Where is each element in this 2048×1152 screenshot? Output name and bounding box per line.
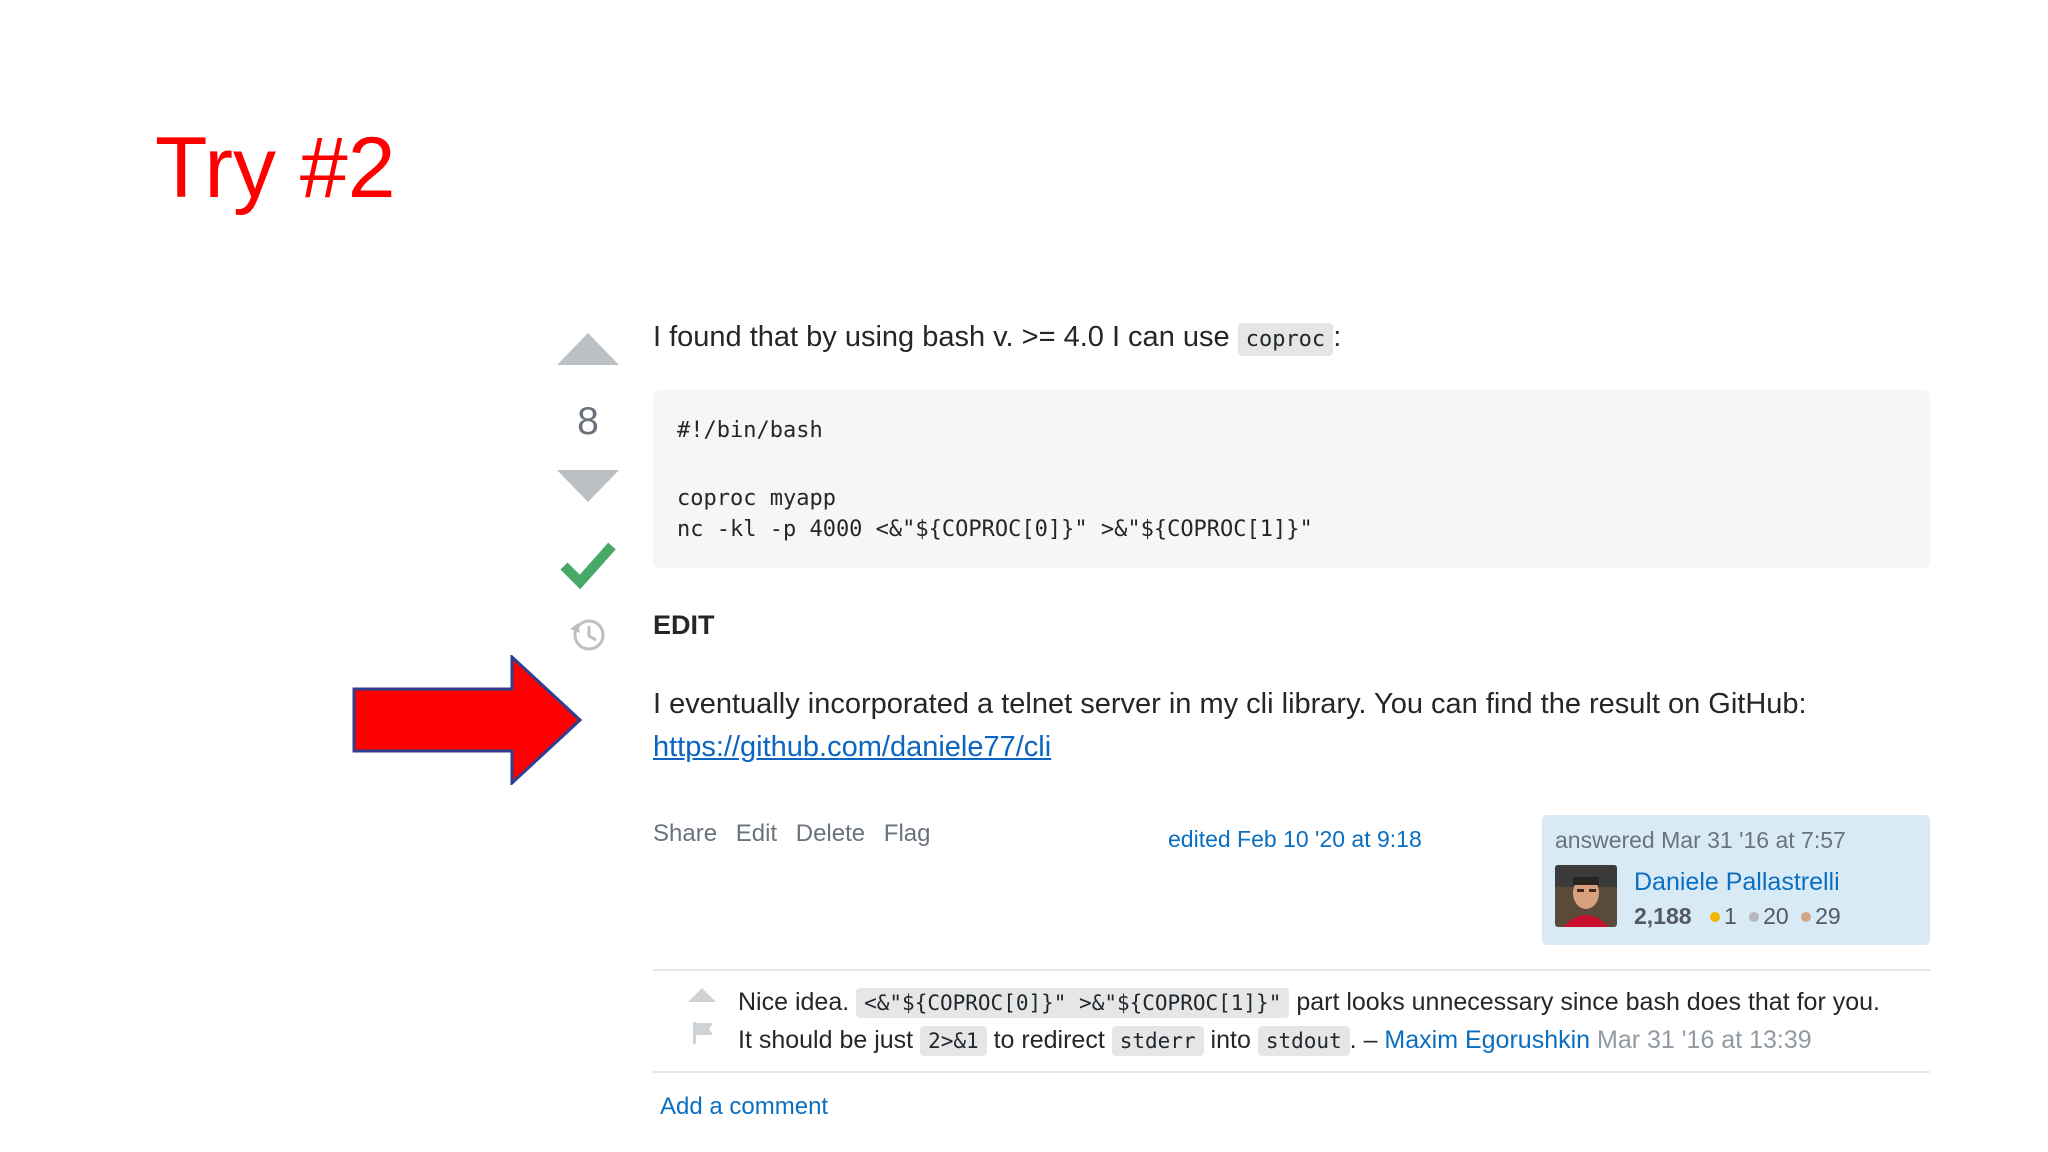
user-reputation: 2,188 1 20 29 [1634, 903, 1841, 930]
comment-code: stderr [1111, 1026, 1204, 1056]
silver-badge-count: 20 [1763, 903, 1789, 929]
comment-date: Mar 31 '16 at 13:39 [1597, 1026, 1812, 1054]
comment-user-link[interactable]: Maxim Egorushkin [1384, 1026, 1590, 1054]
comment-text: into [1210, 1026, 1251, 1054]
red-arrow-icon [352, 655, 582, 785]
comment-text: part looks unnecessary since bash does t… [1296, 988, 1880, 1016]
comment-divider [653, 1071, 1930, 1073]
avatar[interactable] [1555, 865, 1617, 927]
github-link-line: https://github.com/daniele77/cli [653, 727, 1051, 767]
code-line: coproc myapp [677, 486, 836, 511]
comment-flag-icon[interactable] [690, 1020, 716, 1046]
gold-badge-count: 1 [1723, 903, 1737, 929]
user-name[interactable]: Daniele Pallastrelli [1634, 868, 1840, 897]
code-line: nc -kl -p 4000 <&"${COPROC[0]}" >&"${COP… [677, 517, 1313, 542]
github-link[interactable]: https://github.com/daniele77/cli [653, 731, 1051, 763]
bronze-badge-icon [1801, 911, 1812, 922]
edit-heading: EDIT [653, 610, 715, 640]
post-menu: Share Edit Delete Flag [653, 820, 942, 848]
gold-badge-icon [1709, 911, 1720, 922]
answer-intro: I found that by using bash v. >= 4.0 I c… [653, 317, 1341, 360]
slide-title: Try #2 [155, 120, 396, 216]
inline-code-coproc: coproc [1237, 323, 1334, 356]
code-block: #!/bin/bash coproc myapp nc -kl -p 4000 … [653, 390, 1930, 568]
comment-upvote-icon[interactable] [688, 988, 716, 1002]
comment-text: . – [1349, 1026, 1378, 1054]
comment-code: <&"${COPROC[0]}" >&"${COPROC[1]}" [856, 988, 1290, 1018]
flag-link[interactable]: Flag [884, 820, 931, 847]
downvote-icon[interactable] [557, 470, 619, 502]
share-link[interactable]: Share [653, 820, 717, 847]
code-line: #!/bin/bash [677, 418, 823, 443]
add-comment-link[interactable]: Add a comment [660, 1093, 828, 1121]
comment-text: Nice idea. [738, 988, 850, 1016]
comment-text-line-1: Nice idea. <&"${COPROC[0]}" >&"${COPROC[… [738, 984, 1880, 1021]
vote-count: 8 [577, 400, 599, 443]
comment-code: stdout [1257, 1026, 1350, 1056]
upvote-icon[interactable] [557, 333, 619, 365]
comment-divider [653, 969, 1930, 971]
edit-link[interactable]: Edit [736, 820, 777, 847]
user-card: answered Mar 31 '16 at 7:57 Daniele Pall… [1542, 815, 1930, 945]
intro-suffix: : [1333, 321, 1342, 353]
edit-text: I eventually incorporated a telnet serve… [653, 688, 1807, 720]
comment-code: 2>&1 [920, 1026, 987, 1056]
comment-text: It should be just [738, 1026, 914, 1054]
history-icon[interactable] [568, 615, 608, 655]
delete-link[interactable]: Delete [796, 820, 865, 847]
answered-timestamp: answered Mar 31 '16 at 7:57 [1555, 827, 1846, 853]
comment-text-line-2: It should be just 2>&1 to redirect stder… [738, 1022, 1812, 1059]
bronze-badge-count: 29 [1815, 903, 1841, 929]
silver-badge-icon [1749, 911, 1760, 922]
reputation-score: 2,188 [1634, 903, 1692, 929]
intro-text: I found that by using bash v. >= 4.0 I c… [653, 321, 1230, 353]
edited-timestamp[interactable]: edited Feb 10 '20 at 9:18 [1168, 826, 1422, 853]
accepted-check-icon [560, 542, 616, 590]
comment-text: to redirect [993, 1026, 1105, 1054]
